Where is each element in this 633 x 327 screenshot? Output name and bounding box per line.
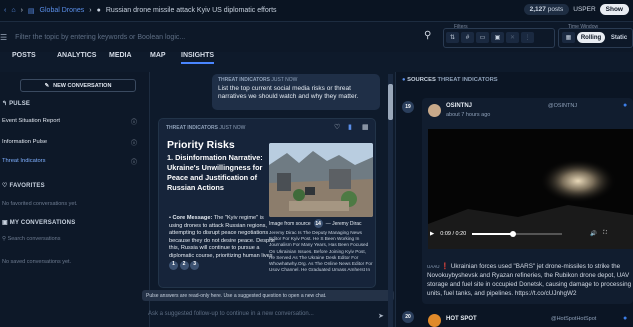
- favorite-icon[interactable]: ♡: [334, 123, 340, 131]
- sidebar: [0, 72, 150, 327]
- search-input[interactable]: Filter the topic by entering keywords or…: [7, 34, 185, 41]
- filter-list-icon: ☰: [0, 32, 8, 42]
- citation-1[interactable]: 1: [169, 260, 178, 270]
- saved-empty-text: No saved conversations yet.: [2, 259, 72, 265]
- avatar: [428, 104, 441, 117]
- filter-hashtag-icon[interactable]: #: [461, 32, 474, 43]
- chat-input[interactable]: Ask a suggested follow-up to continue in…: [142, 305, 394, 325]
- message-text: List the top current social media risks …: [218, 85, 359, 100]
- filter-video-icon[interactable]: ▭: [476, 32, 489, 43]
- new-conversation-button[interactable]: ✎ NEW CONVERSATION: [20, 79, 136, 92]
- tab-map[interactable]: MAP: [150, 52, 166, 59]
- post-author-handle[interactable]: @OSINTNJ: [548, 103, 577, 109]
- video-controls: ▶ 0:09 / 0:20 🔊 ⛶: [430, 230, 630, 237]
- post-time: about 7 hours ago: [446, 112, 491, 118]
- card-title: Priority Risks: [167, 139, 235, 151]
- sidebar-item-threat-indicators[interactable]: Threat Indicators: [2, 158, 46, 164]
- home-icon[interactable]: ⌂: [11, 7, 15, 14]
- tab-media[interactable]: MEDIA: [109, 52, 132, 59]
- twitter-icon: ●: [623, 315, 628, 322]
- scrollbar-thumb[interactable]: [388, 84, 393, 120]
- tab-analytics[interactable]: ANALYTICS: [57, 52, 96, 59]
- sidebar-item-event-situation-report[interactable]: Event Situation Report: [2, 118, 60, 124]
- filter-clear-icon[interactable]: ✕: [506, 32, 519, 43]
- help-icon[interactable]: ⓘ: [131, 157, 137, 166]
- static-toggle[interactable]: Static: [607, 32, 631, 43]
- breadcrumb-section[interactable]: Global Drones: [40, 7, 85, 14]
- card-subtitle: 1. Disinformation Narrative: Ukraine's U…: [167, 153, 263, 192]
- bullet-core-message: • Core Message: The "Kyiv regime" is usi…: [169, 215, 277, 270]
- source-photo[interactable]: [269, 143, 373, 217]
- video-progress-bar[interactable]: [472, 230, 563, 237]
- twitter-icon: ●: [623, 102, 628, 109]
- favorites-heading: ♡ FAVORITES: [2, 183, 45, 189]
- volume-icon[interactable]: 🔊: [590, 231, 597, 237]
- pulse-heading: ↰ PULSE: [2, 101, 31, 107]
- show-button[interactable]: Show: [599, 4, 629, 15]
- my-conversations-heading: ▣ MY CONVERSATIONS: [2, 220, 76, 226]
- image-source-text: Jeremy Dirac Is The Deputy Managing News…: [269, 230, 373, 273]
- avatar: [428, 314, 441, 327]
- pulse-icon: ↰: [2, 101, 8, 107]
- breadcrumb: ‹ ⌂ › ▤ Global Drones › ● Russian drone …: [4, 7, 277, 15]
- search-conversations-input[interactable]: ⚲ Search conversations: [2, 236, 60, 242]
- sidebar-item-information-pulse[interactable]: Information Pulse: [2, 139, 47, 145]
- post-author-name[interactable]: OSINTNJ: [446, 103, 472, 109]
- message-header: THREAT INDICATORS JUST NOW: [218, 77, 298, 83]
- back-icon[interactable]: ‹: [4, 7, 6, 14]
- chat-scrollbar[interactable]: [388, 74, 393, 327]
- user-message: THREAT INDICATORS JUST NOW List the top …: [212, 74, 380, 110]
- calendar-icon[interactable]: ▦: [562, 32, 575, 43]
- chat-icon: ▣: [2, 220, 8, 226]
- top-bar: ‹ ⌂ › ▤ Global Drones › ● Russian drone …: [0, 0, 633, 22]
- play-icon[interactable]: ▶: [430, 231, 434, 237]
- search-bar[interactable]: ☰ Filter the topic by entering keywords …: [0, 28, 440, 46]
- currency-label: USPER: [573, 6, 596, 13]
- post-author-handle[interactable]: @HotSpotHotSpot: [551, 316, 596, 322]
- image-source-line: Image from source 14 — Jeremy Dirac: [269, 219, 362, 228]
- breadcrumb-title: Russian drone missile attack Kyiv US dip…: [105, 7, 277, 14]
- copy-icon[interactable]: ▦: [362, 123, 369, 131]
- post-text: UAAU ❗ Ukrainian forces used "BARS" jet …: [427, 263, 632, 297]
- search-icon[interactable]: ⚲: [424, 30, 431, 41]
- favorites-empty-text: No favorited conversations yet.: [2, 201, 78, 207]
- filter-image-icon[interactable]: ▣: [491, 32, 504, 43]
- tab-insights[interactable]: INSIGHTS: [181, 52, 215, 64]
- help-icon[interactable]: ⓘ: [131, 117, 137, 126]
- post-author-name[interactable]: HOT SPOT: [446, 316, 477, 322]
- filter-text-icon[interactable]: ⇅: [446, 32, 459, 43]
- send-icon[interactable]: ➤: [378, 312, 384, 320]
- video-time: 0:09 / 0:20: [440, 230, 467, 237]
- edit-icon: ✎: [44, 82, 50, 89]
- folder-icon: ▤: [27, 7, 35, 15]
- heart-icon: ♡: [2, 183, 8, 189]
- sources-heading: ● SOURCES THREAT INDICATORS: [402, 77, 498, 83]
- tab-posts[interactable]: POSTS: [12, 52, 36, 59]
- help-icon[interactable]: ⓘ: [131, 138, 137, 147]
- image-source-citation[interactable]: 14: [313, 219, 323, 228]
- rolling-toggle[interactable]: Rolling: [577, 32, 605, 43]
- citation-2[interactable]: 2: [179, 260, 189, 270]
- citation-3[interactable]: 3: [190, 260, 200, 270]
- filter-more-icon[interactable]: ⋮: [521, 32, 534, 43]
- card-header: THREAT INDICATORS JUST NOW: [166, 125, 246, 131]
- fullscreen-icon[interactable]: ⛶: [603, 230, 607, 237]
- source-index-badge: 20: [402, 311, 414, 323]
- source-index-badge: 19: [402, 101, 414, 113]
- response-card: THREAT INDICATORS JUST NOW ♡ ▮ ▦ Priorit…: [158, 118, 376, 288]
- topic-icon: ●: [96, 7, 101, 14]
- posts-count-badge: 2,127 posts: [523, 4, 570, 15]
- bookmark-icon[interactable]: ▮: [348, 123, 352, 131]
- read-only-notice: Pulse answers are read-only here. Use a …: [142, 290, 394, 301]
